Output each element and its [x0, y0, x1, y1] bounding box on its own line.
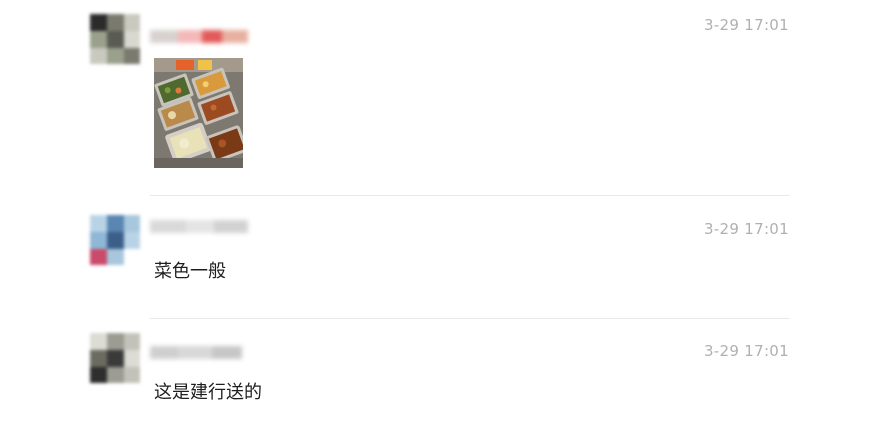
- comment-timestamp: 3-29 17:01: [703, 342, 789, 360]
- comment-feed: 3-29 17:01 3-29 17:01 菜色一般 3-29 17:01 这是…: [0, 0, 873, 427]
- avatar[interactable]: [90, 333, 140, 383]
- username[interactable]: [150, 342, 260, 362]
- comment-text: 这是建行送的: [154, 382, 262, 403]
- comment-item: 3-29 17:01 这是建行送的: [0, 0, 873, 427]
